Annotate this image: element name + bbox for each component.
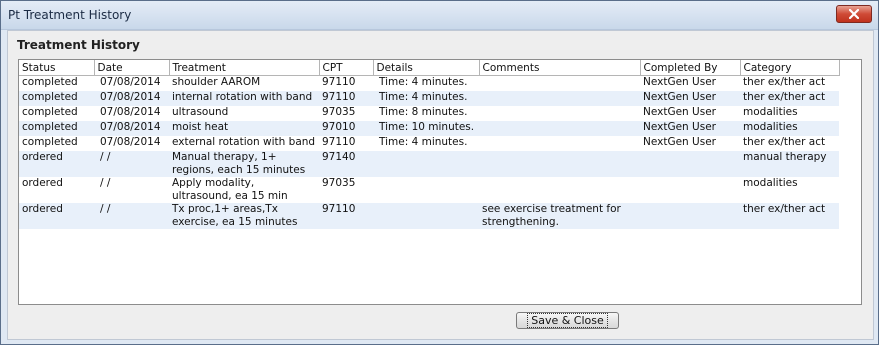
cell-completed-by: NextGen User bbox=[643, 106, 716, 118]
col-header-completed-by[interactable]: Completed By bbox=[640, 60, 741, 76]
cell-details bbox=[373, 203, 479, 229]
cell-treatment: Tx proc,1+ areas,Tx exercise, ea 15 minu… bbox=[169, 203, 319, 229]
cell-category: modalities bbox=[743, 106, 798, 118]
cell-comments bbox=[479, 136, 640, 151]
cell-cpt: 97035 bbox=[322, 106, 356, 118]
cell-cpt: 97140 bbox=[319, 151, 373, 177]
treatment-history-window: Pt Treatment History Treatment History S… bbox=[0, 0, 879, 345]
cell-details: Time: 4 minutes. bbox=[373, 91, 479, 106]
table-row[interactable]: completed 07/08/2014 moist heat 97010 Ti… bbox=[19, 121, 839, 136]
save-close-label: Save & Close bbox=[527, 313, 608, 328]
cell-completed-by bbox=[640, 203, 740, 229]
cell-category: ther ex/ther act bbox=[740, 203, 839, 229]
treatment-table: Status Date Treatment CPT Details Commen… bbox=[19, 60, 840, 229]
cell-date: 07/08/2014 bbox=[100, 136, 161, 148]
cell-treatment: internal rotation with band bbox=[169, 91, 319, 106]
table-row[interactable]: ordered / / Tx proc,1+ areas,Tx exercise… bbox=[19, 203, 839, 229]
col-header-comments[interactable]: Comments bbox=[479, 60, 641, 76]
cell-cpt: 97035 bbox=[322, 177, 356, 189]
cell-category: ther ex/ther act bbox=[743, 136, 826, 148]
client-area: Treatment History Status Date Treatment … bbox=[7, 30, 874, 340]
cell-date: / / bbox=[94, 203, 169, 229]
save-close-button[interactable]: Save & Close bbox=[516, 312, 619, 329]
cell-comments bbox=[479, 76, 640, 92]
col-header-treatment[interactable]: Treatment bbox=[169, 60, 320, 76]
cell-cpt: 97010 bbox=[319, 121, 373, 136]
cell-date: 07/08/2014 bbox=[100, 106, 161, 118]
cell-comments bbox=[479, 91, 640, 106]
header-row: Status Date Treatment CPT Details Commen… bbox=[19, 60, 840, 76]
treatment-grid[interactable]: Status Date Treatment CPT Details Commen… bbox=[18, 59, 862, 305]
window-title: Pt Treatment History bbox=[8, 8, 132, 22]
cell-treatment: Manual therapy, 1+ regions, each 15 minu… bbox=[169, 151, 319, 177]
close-x-icon bbox=[849, 9, 859, 19]
cell-status: completed bbox=[22, 76, 78, 88]
cell-comments bbox=[479, 121, 640, 136]
table-row[interactable]: ordered / / Manual therapy, 1+ regions, … bbox=[19, 151, 839, 177]
col-header-cpt[interactable]: CPT bbox=[319, 60, 374, 76]
cell-category: ther ex/ther act bbox=[740, 91, 839, 106]
table-row[interactable]: completed 07/08/2014 shoulder AAROM 9711… bbox=[19, 76, 839, 92]
cell-date: 07/08/2014 bbox=[100, 76, 161, 88]
col-header-status[interactable]: Status bbox=[19, 60, 95, 76]
close-button[interactable] bbox=[836, 5, 872, 23]
cell-status: completed bbox=[22, 136, 78, 148]
cell-completed-by: NextGen User bbox=[643, 136, 716, 148]
cell-details: Time: 8 minutes. bbox=[379, 106, 468, 118]
cell-cpt: 97110 bbox=[319, 91, 373, 106]
cell-comments bbox=[479, 151, 640, 177]
cell-date: 07/08/2014 bbox=[94, 91, 169, 106]
cell-completed-by: NextGen User bbox=[640, 91, 740, 106]
col-header-details[interactable]: Details bbox=[373, 60, 480, 76]
cell-details bbox=[373, 151, 479, 177]
table-row[interactable]: completed 07/08/2014 ultrasound 97035 Ti… bbox=[19, 106, 839, 121]
table-row[interactable]: completed 07/08/2014 external rotation w… bbox=[19, 136, 839, 151]
cell-details: Time: 4 minutes. bbox=[379, 76, 468, 88]
cell-status: completed bbox=[22, 106, 78, 118]
cell-completed-by: NextGen User bbox=[643, 76, 716, 88]
table-row[interactable]: completed 07/08/2014 internal rotation w… bbox=[19, 91, 839, 106]
cell-cpt: 97110 bbox=[322, 136, 356, 148]
cell-status: ordered bbox=[19, 203, 94, 229]
cell-comments bbox=[479, 106, 640, 121]
cell-category: modalities bbox=[743, 177, 798, 189]
cell-treatment: ultrasound bbox=[172, 106, 229, 118]
cell-treatment: external rotation with band bbox=[172, 136, 316, 148]
cell-completed-by bbox=[640, 177, 740, 203]
cell-category: modalities bbox=[740, 121, 839, 136]
cell-date: / / bbox=[100, 177, 111, 189]
cell-comments: see exercise treatment for strengthening… bbox=[479, 203, 640, 229]
table-row[interactable]: ordered / / Apply modality, ultrasound, … bbox=[19, 177, 839, 203]
title-bar[interactable]: Pt Treatment History bbox=[1, 1, 878, 30]
cell-category: manual therapy bbox=[740, 151, 839, 177]
col-header-category[interactable]: Category bbox=[740, 60, 840, 76]
cell-details: Time: 4 minutes. bbox=[379, 136, 468, 148]
cell-treatment: shoulder AAROM bbox=[172, 76, 261, 88]
cell-completed-by bbox=[640, 151, 740, 177]
section-title: Treatment History bbox=[17, 38, 140, 52]
cell-treatment: Apply modality, ultrasound, ea 15 min bbox=[172, 177, 288, 202]
cell-cpt: 97110 bbox=[322, 76, 356, 88]
cell-treatment: moist heat bbox=[169, 121, 319, 136]
cell-status: completed bbox=[19, 121, 94, 136]
cell-status: completed bbox=[19, 91, 94, 106]
cell-completed-by: NextGen User bbox=[640, 121, 740, 136]
cell-details: Time: 10 minutes. bbox=[373, 121, 479, 136]
cell-category: ther ex/ther act bbox=[743, 76, 826, 88]
cell-cpt: 97110 bbox=[319, 203, 373, 229]
cell-date: 07/08/2014 bbox=[94, 121, 169, 136]
col-header-date[interactable]: Date bbox=[94, 60, 170, 76]
cell-comments bbox=[479, 177, 640, 203]
cell-status: ordered bbox=[22, 177, 63, 189]
cell-date: / / bbox=[94, 151, 169, 177]
cell-details bbox=[373, 177, 479, 203]
cell-status: ordered bbox=[19, 151, 94, 177]
